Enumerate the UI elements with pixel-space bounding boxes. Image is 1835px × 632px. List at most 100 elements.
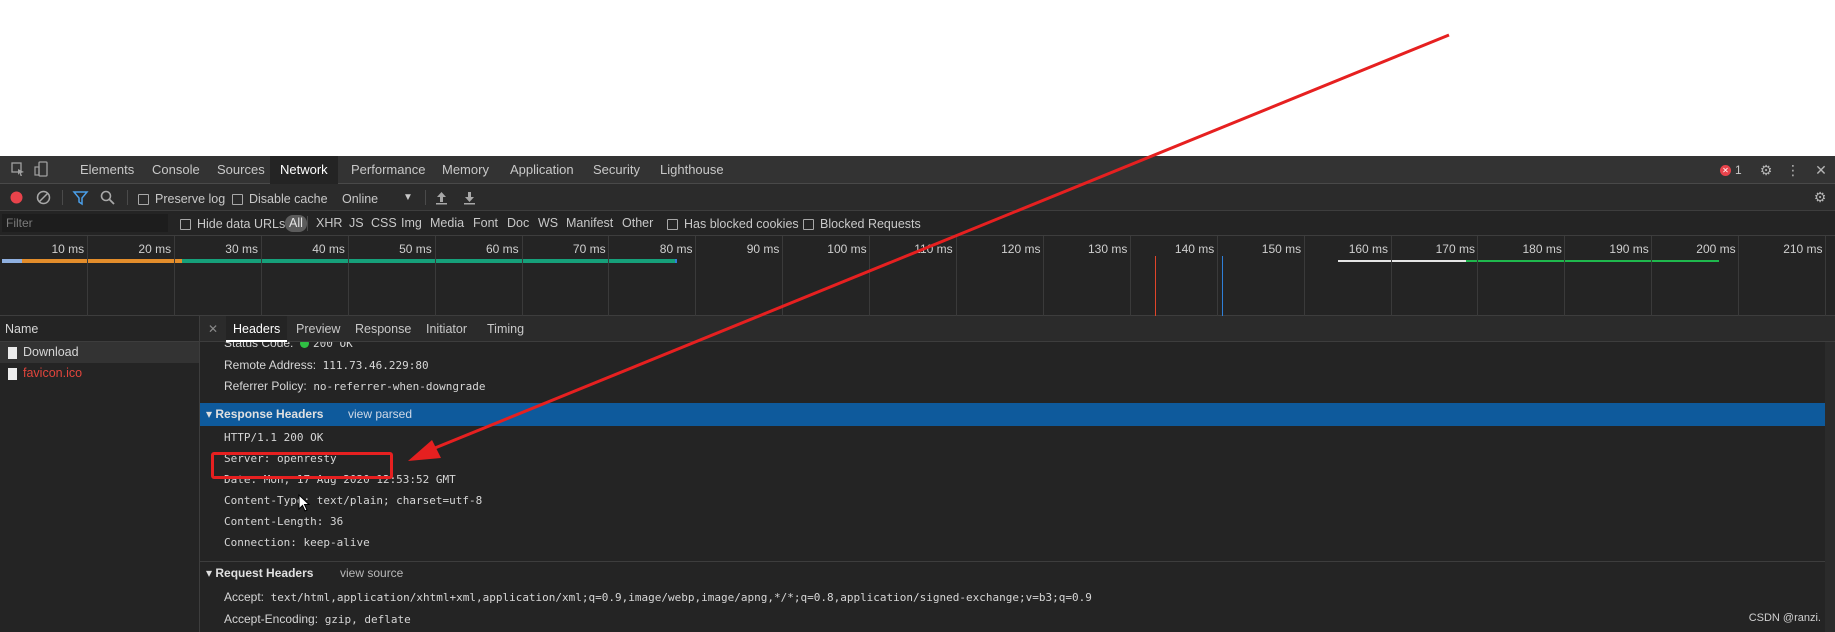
- response-header-line: HTTP/1.1 200 OK: [224, 431, 324, 444]
- devtools-tabbar: Elements Console Sources Network Perform…: [0, 156, 1835, 184]
- tab-console[interactable]: Console: [142, 156, 210, 184]
- annotation-highlight-box: [211, 452, 393, 479]
- tab-security[interactable]: Security: [583, 156, 650, 184]
- chevron-down-icon[interactable]: ▼: [403, 192, 413, 203]
- settings-gear-icon[interactable]: ⚙: [1758, 162, 1774, 178]
- clear-icon[interactable]: [35, 189, 52, 206]
- detail-tab-timing[interactable]: Timing: [480, 316, 531, 342]
- timeline-overview[interactable]: 10 ms 20 ms 30 ms 40 ms 50 ms 60 ms 70 ms 80 ms…: [0, 236, 1835, 316]
- has-blocked-cookies-checkbox[interactable]: Has blocked cookies: [667, 217, 799, 231]
- more-options-icon[interactable]: ⋮: [1785, 162, 1801, 178]
- timeline-bar-orange: [22, 259, 182, 263]
- tab-sources[interactable]: Sources: [207, 156, 275, 184]
- timeline-tick-label: 160 ms: [1348, 242, 1389, 256]
- timeline-gridline: [1564, 236, 1566, 316]
- timeline-tick-label: 210 ms: [1783, 242, 1823, 256]
- hide-data-urls-checkbox[interactable]: Hide data URLs: [180, 217, 285, 231]
- inspect-element-icon[interactable]: [10, 161, 28, 179]
- timeline-gridline: [1303, 236, 1305, 316]
- type-filter-other[interactable]: Other: [622, 216, 653, 230]
- timeline-tick-label: 90 ms: [746, 242, 780, 256]
- device-toolbar-icon[interactable]: [34, 161, 52, 179]
- view-parsed-link[interactable]: view parsed: [348, 403, 412, 426]
- page-viewport: [0, 0, 1835, 156]
- throttling-select[interactable]: Online: [342, 192, 378, 206]
- timeline-bar-green: [1466, 260, 1719, 262]
- type-filter-all[interactable]: All: [285, 215, 307, 232]
- detail-tab-initiator[interactable]: Initiator: [419, 316, 474, 342]
- timeline-gridline: [695, 236, 697, 316]
- timeline-gridline: [1477, 236, 1479, 316]
- detail-scrollbar[interactable]: [1825, 342, 1835, 632]
- type-filter-js[interactable]: JS: [349, 216, 364, 230]
- preserve-log-checkbox[interactable]: Preserve log: [138, 192, 225, 206]
- timeline-tick-label: 170 ms: [1435, 242, 1475, 256]
- response-header-line: Content-Type: text/plain; charset=utf-8: [224, 494, 483, 507]
- document-icon: [8, 367, 17, 380]
- request-headers-section[interactable]: ▾ Request Headers view source: [200, 561, 1825, 584]
- tab-lighthouse[interactable]: Lighthouse: [650, 156, 734, 184]
- filter-input[interactable]: [2, 214, 168, 232]
- tab-application[interactable]: Application: [500, 156, 584, 184]
- timeline-gridline: [869, 236, 871, 316]
- type-filter-manifest[interactable]: Manifest: [566, 216, 613, 230]
- filter-icon[interactable]: [72, 189, 89, 206]
- toolbar-divider: [127, 190, 128, 205]
- import-har-icon[interactable]: [433, 189, 450, 206]
- close-detail-icon[interactable]: ✕: [208, 322, 218, 336]
- error-count-badge[interactable]: ✕ 1: [1720, 163, 1742, 177]
- disable-cache-checkbox[interactable]: Disable cache: [232, 192, 328, 206]
- status-code-row: Status Code: 200 OK: [224, 342, 353, 352]
- remote-address-row: Remote Address: 111.73.46.229:80: [224, 358, 429, 372]
- timeline-bar-teal: [182, 259, 675, 263]
- close-devtools-icon[interactable]: ✕: [1813, 162, 1829, 178]
- devtools-panel: Elements Console Sources Network Perform…: [0, 156, 1835, 632]
- timeline-bar-light: [2, 259, 22, 263]
- timeline-gridline: [1738, 236, 1740, 316]
- timeline-gridline: [782, 236, 784, 316]
- timeline-gridline: [1390, 236, 1392, 316]
- name-column-header[interactable]: Name: [0, 316, 199, 342]
- detail-tab-preview[interactable]: Preview: [289, 316, 347, 342]
- tab-memory[interactable]: Memory: [432, 156, 499, 184]
- type-filter-ws[interactable]: WS: [538, 216, 558, 230]
- timeline-tick-label: 30 ms: [225, 242, 258, 256]
- mouse-cursor-icon: [298, 493, 311, 515]
- timeline-gridline: [956, 236, 957, 316]
- response-headers-section[interactable]: ▾ Response Headers view parsed: [200, 403, 1825, 426]
- timeline-tick-label: 80 ms: [659, 242, 693, 256]
- view-source-link[interactable]: view source: [340, 562, 403, 585]
- type-filter-doc[interactable]: Doc: [507, 216, 529, 230]
- timeline-tick-label: 10 ms: [51, 242, 85, 256]
- timeline-gridline: [1825, 236, 1826, 316]
- record-button[interactable]: [8, 189, 25, 206]
- type-filter-xhr[interactable]: XHR: [316, 216, 342, 230]
- request-row-download[interactable]: Download: [0, 342, 199, 363]
- blocked-requests-checkbox[interactable]: Blocked Requests: [803, 217, 921, 231]
- export-har-icon[interactable]: [461, 189, 478, 206]
- tab-network[interactable]: Network: [270, 156, 338, 184]
- type-filter-media[interactable]: Media: [430, 216, 464, 230]
- type-filter-img[interactable]: Img: [401, 216, 422, 230]
- response-header-line: Content-Length: 36: [224, 515, 344, 528]
- search-icon[interactable]: [99, 189, 116, 206]
- timeline-tick-label: 40 ms: [312, 242, 345, 256]
- timeline-gridline: [173, 236, 175, 316]
- timeline-tick-label: 200 ms: [1696, 242, 1736, 256]
- timeline-bar-white: [1338, 260, 1466, 262]
- detail-tab-response[interactable]: Response: [348, 316, 418, 342]
- tab-elements[interactable]: Elements: [70, 156, 144, 184]
- detail-tab-headers[interactable]: Headers: [226, 316, 288, 342]
- timeline-gridline: [434, 236, 436, 316]
- request-row-favicon[interactable]: favicon.ico: [0, 363, 199, 384]
- timeline-tick-label: 140 ms: [1174, 242, 1215, 256]
- type-filter-css[interactable]: CSS: [371, 216, 397, 230]
- timeline-tick-label: 20 ms: [138, 242, 172, 256]
- timeline-tick-label: 70 ms: [572, 242, 606, 256]
- type-filter-font[interactable]: Font: [473, 216, 498, 230]
- tab-performance[interactable]: Performance: [341, 156, 435, 184]
- triangle-down-icon: ▾: [206, 566, 213, 580]
- timeline-gridline: [1042, 236, 1044, 316]
- timeline-tick-label: 60 ms: [486, 242, 519, 256]
- network-settings-gear-icon[interactable]: ⚙: [1812, 189, 1828, 205]
